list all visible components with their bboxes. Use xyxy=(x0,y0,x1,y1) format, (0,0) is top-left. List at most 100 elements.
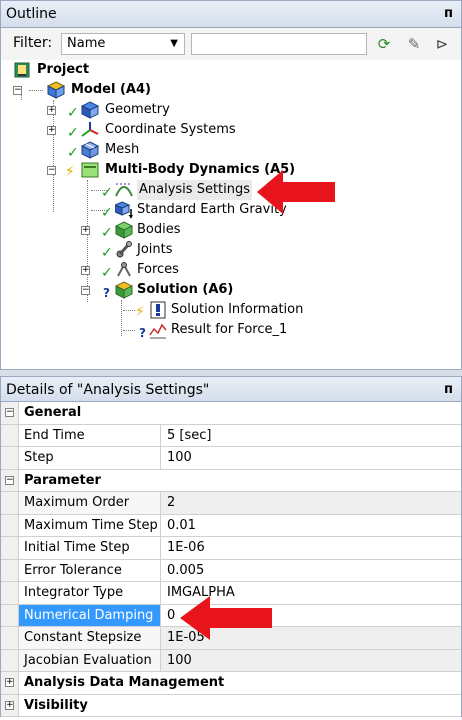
outline-tree: Project − Model (A4) + ✓ Geometry + ✓ Co… xyxy=(0,60,462,370)
chevron-down-icon: ▼ xyxy=(170,38,178,49)
tree-item-label: Model (A4) xyxy=(71,82,151,97)
tree-item-label: Solution (A6) xyxy=(137,282,234,297)
row-step[interactable]: Step 100 xyxy=(1,447,461,470)
property-name: Jacobian Evaluation xyxy=(19,649,161,671)
tree-item-mesh[interactable]: ✓ Mesh xyxy=(1,140,301,161)
tree-item-joints[interactable]: ✓ Joints xyxy=(1,240,301,261)
property-value[interactable]: 1E-06 xyxy=(161,537,461,559)
expand-icon[interactable]: + xyxy=(81,266,90,275)
bolt-icon: ⚡ xyxy=(135,304,145,320)
outline-header: Outline ᴨ xyxy=(0,0,462,28)
expand-icon[interactable]: + xyxy=(47,126,56,135)
group-general[interactable]: − General xyxy=(1,402,461,425)
tree-item-solution[interactable]: − ? Solution (A6) xyxy=(1,280,301,300)
property-value[interactable]: 2 xyxy=(161,492,461,514)
row-gutter xyxy=(1,582,19,604)
expand-collapse-icon[interactable]: ✎ xyxy=(403,33,425,55)
tree-item-label: Bodies xyxy=(137,222,181,237)
row-gutter xyxy=(1,447,19,469)
forces-icon xyxy=(117,262,131,277)
row-gutter xyxy=(1,627,19,649)
row-gutter xyxy=(1,604,19,626)
coordinate-axes-icon xyxy=(81,122,99,137)
row-maximum-order[interactable]: Maximum Order 2 xyxy=(1,492,461,515)
group-visibility[interactable]: + Visibility xyxy=(1,694,461,717)
mesh-icon xyxy=(81,141,99,159)
property-value[interactable]: 100 xyxy=(161,649,461,671)
row-gutter xyxy=(1,537,19,559)
bolt-icon: ⚡ xyxy=(65,164,75,180)
expand-icon[interactable]: + xyxy=(5,678,14,687)
joints-icon xyxy=(116,241,132,258)
collapse-icon[interactable]: − xyxy=(47,166,56,175)
project-icon xyxy=(14,62,30,78)
tree-item-label: Analysis Settings xyxy=(137,180,253,200)
property-name: Maximum Order xyxy=(19,492,161,514)
filter-label: Filter: xyxy=(13,35,53,51)
collapse-icon[interactable]: − xyxy=(13,86,22,95)
tree-item-label: Result for Force_1 xyxy=(171,322,288,337)
solution-icon xyxy=(115,281,133,299)
details-title: Details of "Analysis Settings" xyxy=(6,382,210,398)
pin-icon[interactable]: ᴨ xyxy=(444,1,453,27)
property-value[interactable]: 100 xyxy=(161,447,461,469)
tree-item-geometry[interactable]: + ✓ Geometry xyxy=(1,100,301,121)
tree-item-coordinate-systems[interactable]: + ✓ Coordinate Systems xyxy=(1,120,301,141)
expand-icon[interactable]: + xyxy=(47,106,56,115)
solution-information-icon xyxy=(150,301,166,319)
tree-item-solution-information[interactable]: ⚡ Solution Information xyxy=(1,300,321,320)
row-gutter xyxy=(1,492,19,514)
property-name: Error Tolerance xyxy=(19,559,161,581)
question-icon: ? xyxy=(139,326,146,340)
tree-item-model[interactable]: − Model (A4) xyxy=(1,80,301,100)
outline-title: Outline xyxy=(6,6,57,22)
tree-item-forces[interactable]: + ✓ Forces xyxy=(1,260,301,281)
row-error-tolerance[interactable]: Error Tolerance 0.005 xyxy=(1,559,461,582)
tree-item-label: Geometry xyxy=(105,102,170,117)
filter-options-icon[interactable]: ⊳ xyxy=(431,33,453,55)
row-gutter xyxy=(1,424,19,446)
row-maximum-time-step[interactable]: Maximum Time Step 0.01 xyxy=(1,514,461,537)
details-header: Details of "Analysis Settings" ᴨ xyxy=(0,376,462,402)
row-gutter: + xyxy=(1,672,19,694)
property-value[interactable]: 0.005 xyxy=(161,560,461,582)
property-value[interactable]: 0.01 xyxy=(161,515,461,537)
row-gutter: − xyxy=(1,402,19,424)
property-value[interactable]: 5 [sec] xyxy=(161,425,461,447)
tree-item-result-force[interactable]: ? Result for Force_1 xyxy=(1,320,321,340)
tree-item-project[interactable]: Project xyxy=(1,60,301,80)
annotation-arrow-icon xyxy=(180,596,272,640)
filter-type-select[interactable]: Name ▼ xyxy=(61,33,185,55)
filter-search-input[interactable] xyxy=(191,33,367,55)
property-name: Integrator Type xyxy=(19,582,161,604)
row-gutter: − xyxy=(1,469,19,491)
analysis-settings-icon xyxy=(115,183,133,197)
expand-icon[interactable]: + xyxy=(81,226,90,235)
property-name: Step xyxy=(19,447,161,469)
property-name: Constant Stepsize xyxy=(19,627,161,649)
property-name: Maximum Time Step xyxy=(19,514,161,536)
row-initial-time-step[interactable]: Initial Time Step 1E-06 xyxy=(1,537,461,560)
row-gutter xyxy=(1,514,19,536)
model-cube-icon xyxy=(47,81,65,99)
geometry-icon xyxy=(81,101,99,119)
row-jacobian-evaluation[interactable]: Jacobian Evaluation 100 xyxy=(1,649,461,672)
row-end-time[interactable]: End Time 5 [sec] xyxy=(1,424,461,447)
group-analysis-data-management[interactable]: + Analysis Data Management xyxy=(1,672,461,695)
collapse-icon[interactable]: − xyxy=(5,408,14,417)
collapse-icon[interactable]: − xyxy=(81,286,90,295)
tree-item-label: Solution Information xyxy=(171,302,304,317)
expand-icon[interactable]: + xyxy=(5,700,14,710)
group-label: Visibility xyxy=(24,697,88,713)
tree-item-label: Forces xyxy=(137,262,179,277)
gravity-icon xyxy=(115,201,133,219)
tree-item-bodies[interactable]: + ✓ Bodies xyxy=(1,220,301,241)
refresh-icon[interactable]: ⟳ xyxy=(373,33,395,55)
row-gutter: + xyxy=(1,694,19,716)
property-name: Initial Time Step xyxy=(19,537,161,559)
group-parameter[interactable]: − Parameter xyxy=(1,469,461,492)
filter-type-value: Name xyxy=(67,36,106,51)
tree-item-label: Joints xyxy=(137,242,173,257)
collapse-icon[interactable]: − xyxy=(5,475,14,485)
pin-icon[interactable]: ᴨ xyxy=(444,377,453,403)
